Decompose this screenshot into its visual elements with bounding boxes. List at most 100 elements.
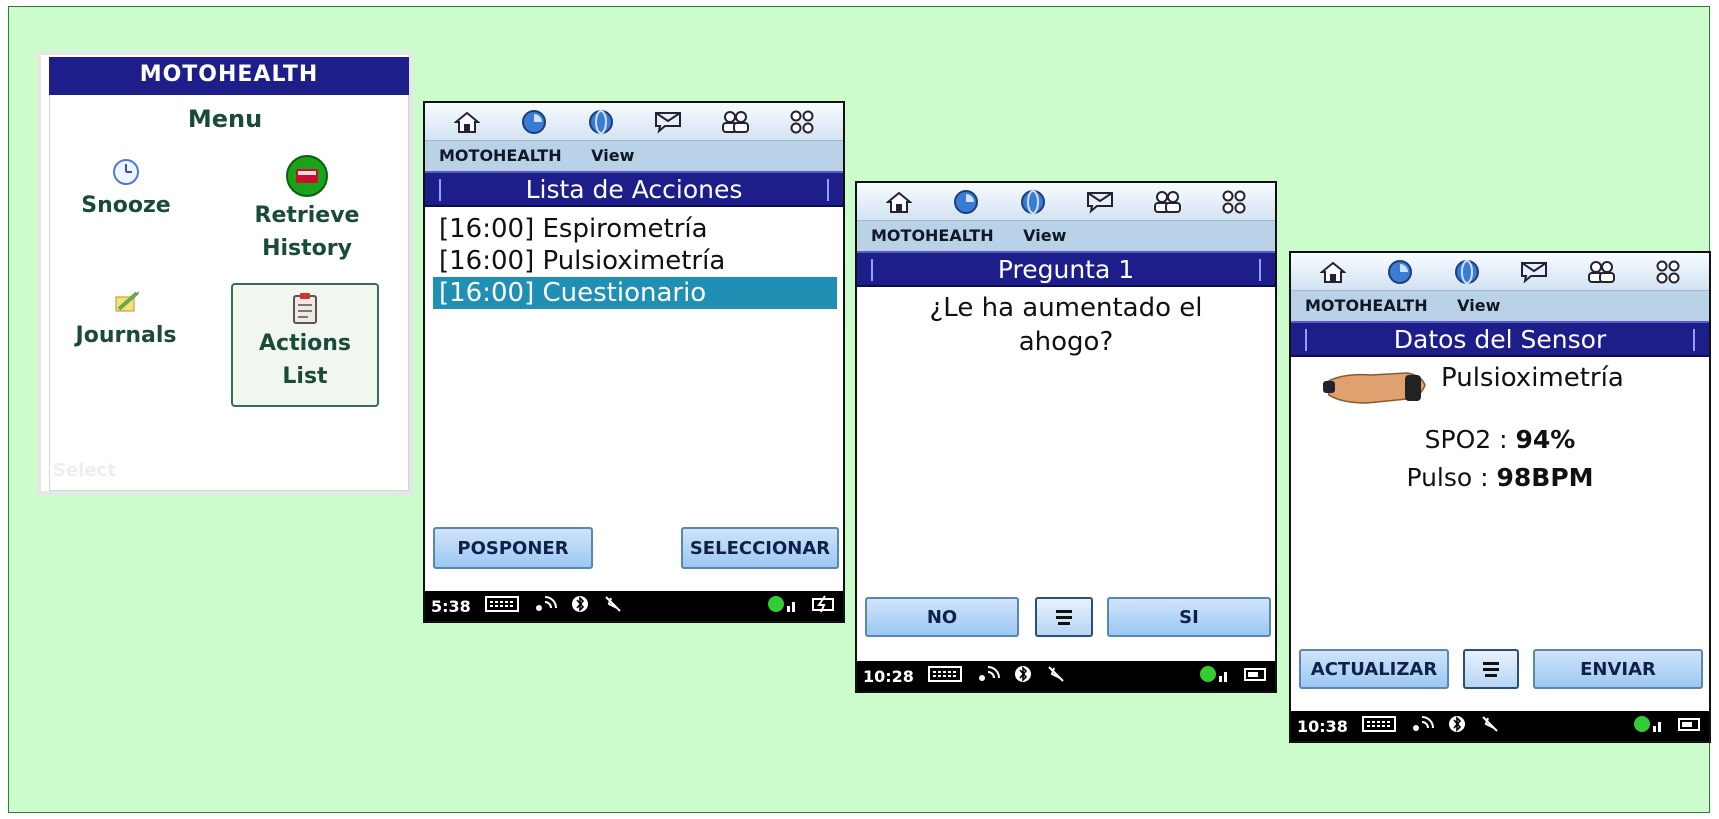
apps-icon[interactable] bbox=[787, 109, 817, 135]
battery-icon bbox=[1243, 664, 1269, 688]
toolbar bbox=[857, 183, 1275, 221]
pulse-oximeter-hand-icon bbox=[1323, 372, 1426, 404]
menu-view[interactable]: View bbox=[1457, 296, 1500, 315]
status-bar: 10:28 bbox=[857, 661, 1275, 691]
globe-icon[interactable] bbox=[586, 109, 616, 135]
actions-list-screen: MOTOHEALTH View Lista de Acciones [16:00… bbox=[423, 101, 845, 623]
actualizar-button[interactable]: ACTUALIZAR bbox=[1299, 649, 1449, 689]
status-time: 10:38 bbox=[1297, 716, 1348, 736]
sensor-name: Pulsioximetría bbox=[1441, 363, 1624, 393]
keyboard-icon[interactable] bbox=[927, 665, 962, 687]
list-item-selected[interactable]: [16:00] Cuestionario bbox=[433, 277, 837, 309]
message-icon[interactable] bbox=[1085, 189, 1115, 215]
menu-app[interactable]: MOTOHEALTH bbox=[871, 226, 994, 245]
menu-title-bar: MOTOHEALTH bbox=[49, 57, 409, 95]
hamburger-icon bbox=[1483, 662, 1499, 677]
menu-app[interactable]: MOTOHEALTH bbox=[439, 146, 562, 165]
menu-item-journals[interactable]: Journals bbox=[61, 287, 191, 352]
history-label: History bbox=[262, 236, 352, 261]
history-book-icon bbox=[286, 155, 328, 197]
question-text: ¿Le ha aumentado el ahogo? bbox=[857, 291, 1275, 359]
list-item[interactable]: [16:00] Pulsioximetría bbox=[433, 245, 837, 277]
actions-list: [16:00] Espirometría [16:00] Pulsioximet… bbox=[433, 213, 837, 309]
background-canvas: MOTOHEALTH Menu Snooze Retrieve History bbox=[8, 6, 1711, 813]
journal-pencil-icon bbox=[115, 291, 139, 312]
apps-icon[interactable] bbox=[1219, 189, 1249, 215]
message-icon[interactable] bbox=[653, 109, 683, 135]
pulse-value: 98BPM bbox=[1496, 463, 1594, 492]
spo2-reading: SPO2 : 94% bbox=[1291, 425, 1709, 454]
contacts-icon[interactable] bbox=[1586, 259, 1616, 285]
contacts-icon[interactable] bbox=[720, 109, 750, 135]
menubar: MOTOHEALTH View bbox=[1291, 291, 1709, 321]
enviar-button[interactable]: ENVIAR bbox=[1533, 649, 1703, 689]
status-time: 5:38 bbox=[431, 596, 471, 616]
journals-label: Journals bbox=[75, 323, 177, 348]
screen-title: Datos del Sensor bbox=[1291, 321, 1709, 357]
actions-label: Actions bbox=[259, 331, 351, 356]
clock-icon[interactable] bbox=[1385, 259, 1415, 285]
menu-view[interactable]: View bbox=[1023, 226, 1066, 245]
menu-heading: Menu bbox=[187, 105, 263, 133]
home-icon[interactable] bbox=[452, 109, 482, 135]
signal-icon bbox=[767, 594, 797, 618]
snooze-label: Snooze bbox=[81, 193, 171, 218]
toolbar bbox=[425, 103, 843, 141]
screen-title: Pregunta 1 bbox=[857, 251, 1275, 287]
sensor-data-screen: MOTOHEALTH View Datos del Sensor Pulsiox… bbox=[1289, 251, 1711, 743]
posponer-button[interactable]: POSPONER bbox=[433, 527, 593, 569]
bluetooth-icon bbox=[1014, 664, 1032, 688]
keyboard-icon[interactable] bbox=[1361, 715, 1396, 737]
clock-icon[interactable] bbox=[519, 109, 549, 135]
status-time: 10:28 bbox=[863, 666, 914, 686]
seleccionar-button[interactable]: SELECCIONAR bbox=[681, 527, 839, 569]
menu-view[interactable]: View bbox=[591, 146, 634, 165]
options-menu-button[interactable] bbox=[1035, 597, 1093, 637]
wifi-person-icon bbox=[1410, 714, 1434, 738]
menu-item-retrieve-history[interactable]: Retrieve History bbox=[237, 155, 377, 265]
motohealth-menu-screen: MOTOHEALTH Menu Snooze Retrieve History bbox=[37, 51, 413, 495]
si-button[interactable]: SI bbox=[1107, 597, 1271, 637]
airplane-icon bbox=[1046, 664, 1066, 688]
battery-icon bbox=[1677, 714, 1703, 738]
keyboard-icon[interactable] bbox=[484, 595, 519, 617]
home-icon[interactable] bbox=[1318, 259, 1348, 285]
question-line-1: ¿Le ha aumentado el bbox=[929, 293, 1203, 323]
bluetooth-icon bbox=[1448, 714, 1466, 738]
battery-charging-icon bbox=[811, 594, 837, 618]
home-icon[interactable] bbox=[884, 189, 914, 215]
spo2-value: 94% bbox=[1515, 425, 1576, 454]
select-softkey[interactable]: Select bbox=[53, 460, 116, 481]
status-bar: 10:38 bbox=[1291, 711, 1709, 741]
signal-icon bbox=[1199, 664, 1229, 688]
pulse-reading: Pulso : 98BPM bbox=[1291, 463, 1709, 492]
screen-title: Lista de Acciones bbox=[425, 171, 843, 207]
hamburger-icon bbox=[1056, 610, 1072, 625]
message-icon[interactable] bbox=[1519, 259, 1549, 285]
question-line-2: ahogo? bbox=[1018, 327, 1114, 357]
wifi-person-icon bbox=[533, 594, 557, 618]
globe-icon[interactable] bbox=[1018, 189, 1048, 215]
menu-item-actions-list[interactable]: Actions List bbox=[231, 283, 379, 407]
globe-icon[interactable] bbox=[1452, 259, 1482, 285]
pulse-label: Pulso : bbox=[1406, 463, 1489, 492]
clipboard-icon bbox=[293, 293, 317, 324]
contacts-icon[interactable] bbox=[1152, 189, 1182, 215]
airplane-icon bbox=[603, 594, 623, 618]
list-label: List bbox=[282, 364, 328, 389]
clock-icon[interactable] bbox=[951, 189, 981, 215]
menu-app[interactable]: MOTOHEALTH bbox=[1305, 296, 1428, 315]
menubar: MOTOHEALTH View bbox=[857, 221, 1275, 251]
question-screen: MOTOHEALTH View Pregunta 1 ¿Le ha aument… bbox=[855, 181, 1277, 693]
spo2-label: SPO2 : bbox=[1424, 425, 1508, 454]
menubar: MOTOHEALTH View bbox=[425, 141, 843, 171]
signal-icon bbox=[1633, 714, 1663, 738]
toolbar bbox=[1291, 253, 1709, 291]
airplane-icon bbox=[1480, 714, 1500, 738]
options-menu-button[interactable] bbox=[1463, 649, 1519, 689]
menu-item-snooze[interactable]: Snooze bbox=[71, 157, 181, 222]
list-item[interactable]: [16:00] Espirometría bbox=[433, 213, 837, 245]
bluetooth-icon bbox=[571, 594, 589, 618]
no-button[interactable]: NO bbox=[865, 597, 1019, 637]
apps-icon[interactable] bbox=[1653, 259, 1683, 285]
